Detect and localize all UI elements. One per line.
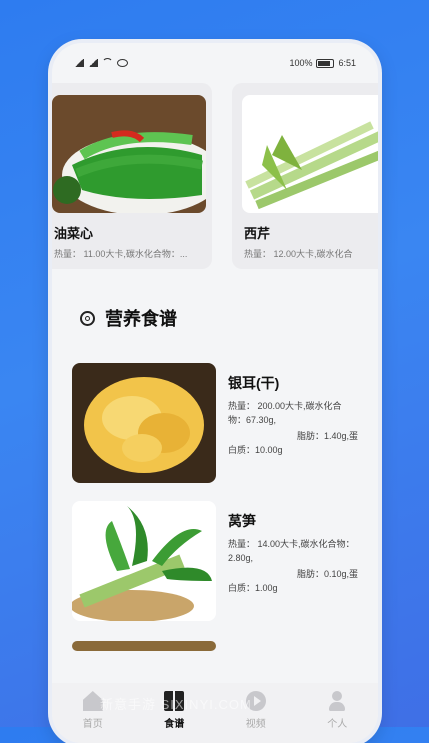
wifi-icon: [102, 57, 113, 69]
recipe-name: 银耳(干): [228, 375, 280, 391]
user-icon: [327, 691, 347, 711]
recipe-nutrition-3: 白质：1.00g: [228, 583, 278, 593]
recipe-image-lettuce: [72, 501, 216, 621]
recipe-image-tremella: [72, 363, 216, 483]
food-image-rapeseed: [52, 95, 206, 213]
eye-icon: [117, 59, 128, 67]
target-icon: [80, 310, 95, 326]
section-header: 营养食谱: [80, 305, 177, 331]
clock: 6:51: [338, 58, 356, 68]
recipe-image-partial: [72, 641, 216, 651]
status-bar: 100% 6:51: [52, 43, 378, 83]
food-carousel[interactable]: 油菜心 热量： 11.00大卡,碳水化合物：... 西芹 热量： 12.00大卡…: [52, 83, 378, 269]
food-card-info: 热量： 12.00大卡,碳水化合: [244, 249, 353, 259]
recipe-nutrition-2: 脂肪：1.40g,蛋: [296, 431, 358, 441]
recipe-item-partial[interactable]: [72, 641, 362, 651]
recipe-nutrition: 热量： 200.00大卡,碳水化合物：67.30g,: [228, 401, 342, 425]
bottom-tab-bar: 首页 食谱 视频 个人: [52, 683, 378, 743]
battery-percent: 100%: [289, 58, 313, 68]
tab-label: 食谱: [164, 719, 185, 730]
signal-icon-2: [88, 59, 98, 67]
recipe-name: 莴笋: [228, 513, 256, 529]
tab-label: 视频: [245, 719, 266, 730]
food-card-info: 热量： 11.00大卡,碳水化合物：...: [54, 249, 188, 259]
food-image-celery: [242, 95, 378, 213]
watermark: 新意手游 SIXINYI.COM: [100, 697, 252, 712]
section-title: 营养食谱: [105, 309, 177, 329]
signal-icon: [74, 59, 84, 67]
recipe-nutrition-2: 脂肪：0.10g,蛋: [296, 569, 358, 579]
tab-label: 个人: [327, 719, 348, 730]
food-card-name: 油菜心: [54, 226, 94, 241]
food-card[interactable]: 油菜心 热量： 11.00大卡,碳水化合物：...: [52, 83, 212, 269]
tab-profile[interactable]: 个人: [307, 691, 367, 730]
food-card-name: 西芹: [244, 226, 271, 241]
battery-icon: [316, 58, 335, 68]
recipe-nutrition-3: 白质：10.00g: [228, 445, 283, 455]
recipe-item[interactable]: 莴笋 热量： 14.00大卡,碳水化合物：2.80g, 脂肪：0.10g,蛋 白…: [72, 501, 362, 623]
phone-screen: 100% 6:51 油菜心 热量： 11.00大卡,碳水化合物：... 西芹 热…: [52, 43, 378, 743]
recipe-item[interactable]: 银耳(干) 热量： 200.00大卡,碳水化合物：67.30g, 脂肪：1.40…: [72, 363, 362, 485]
recipe-nutrition: 热量： 14.00大卡,碳水化合物：2.80g,: [228, 539, 355, 563]
food-card[interactable]: 西芹 热量： 12.00大卡,碳水化合: [232, 83, 378, 269]
tab-label: 首页: [82, 719, 103, 730]
